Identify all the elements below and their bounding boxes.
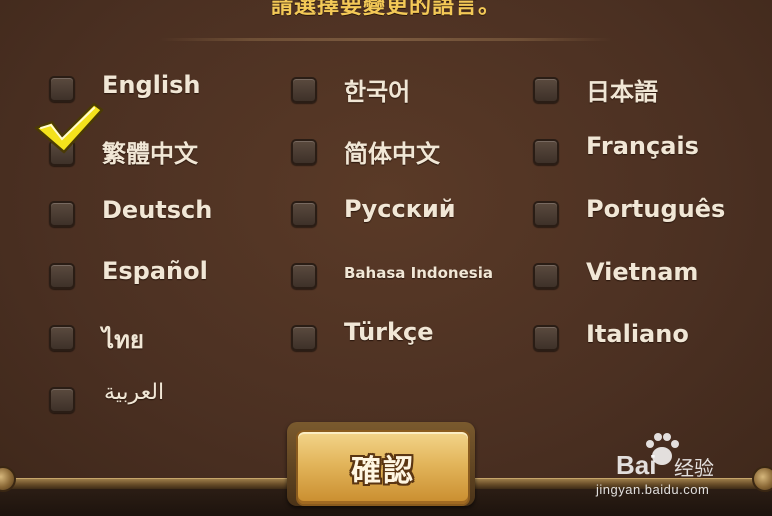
confirm-button[interactable]: 確認 [296,430,470,506]
checkbox[interactable] [533,325,559,351]
title-divider [160,38,612,41]
checkbox[interactable] [49,201,75,227]
language-dialog: 請選擇要變更的語言。 English 한국어 日本語 繁體中文 简体中文 Fra… [0,0,772,490]
language-label: ไทย [102,326,144,354]
language-label: Vietnam [586,258,699,286]
language-label: 한국어 [344,78,411,106]
language-label: العربية [104,380,165,405]
checkbox[interactable] [291,201,317,227]
checkbox[interactable] [291,77,317,103]
checkbox[interactable] [533,139,559,165]
checkbox[interactable] [291,139,317,165]
checkbox[interactable] [49,387,75,413]
language-label: Bahasa Indonesia [344,264,493,282]
language-label: 繁體中文 [102,140,198,168]
language-label: 简体中文 [344,140,440,168]
checkbox[interactable] [533,263,559,289]
checkbox[interactable] [49,76,75,102]
language-label: English [102,71,201,99]
dialog-title: 請選擇要變更的語言。 [270,0,501,19]
language-label: Español [102,257,208,285]
checkbox[interactable] [291,325,317,351]
checkbox[interactable] [533,201,559,227]
language-label: Русский [344,195,456,223]
language-label: Deutsch [102,196,213,224]
confirm-button-label: 確認 [351,454,415,489]
language-label: Italiano [586,320,689,348]
selected-checkmark-icon [34,102,104,154]
watermark-brand: Bai [616,450,657,480]
language-label: Türkçe [344,318,434,346]
watermark-brand-cn: 经验 [674,456,714,480]
language-label: Português [586,195,726,223]
checkbox[interactable] [291,263,317,289]
baidu-watermark: Bai 经验 jingyan.baidu.com [596,433,766,500]
checkbox[interactable] [49,263,75,289]
checkbox[interactable] [533,77,559,103]
language-label: 日本語 [586,78,658,106]
checkbox[interactable] [49,325,75,351]
language-label: Français [586,132,699,160]
watermark-url: jingyan.baidu.com [596,482,710,497]
